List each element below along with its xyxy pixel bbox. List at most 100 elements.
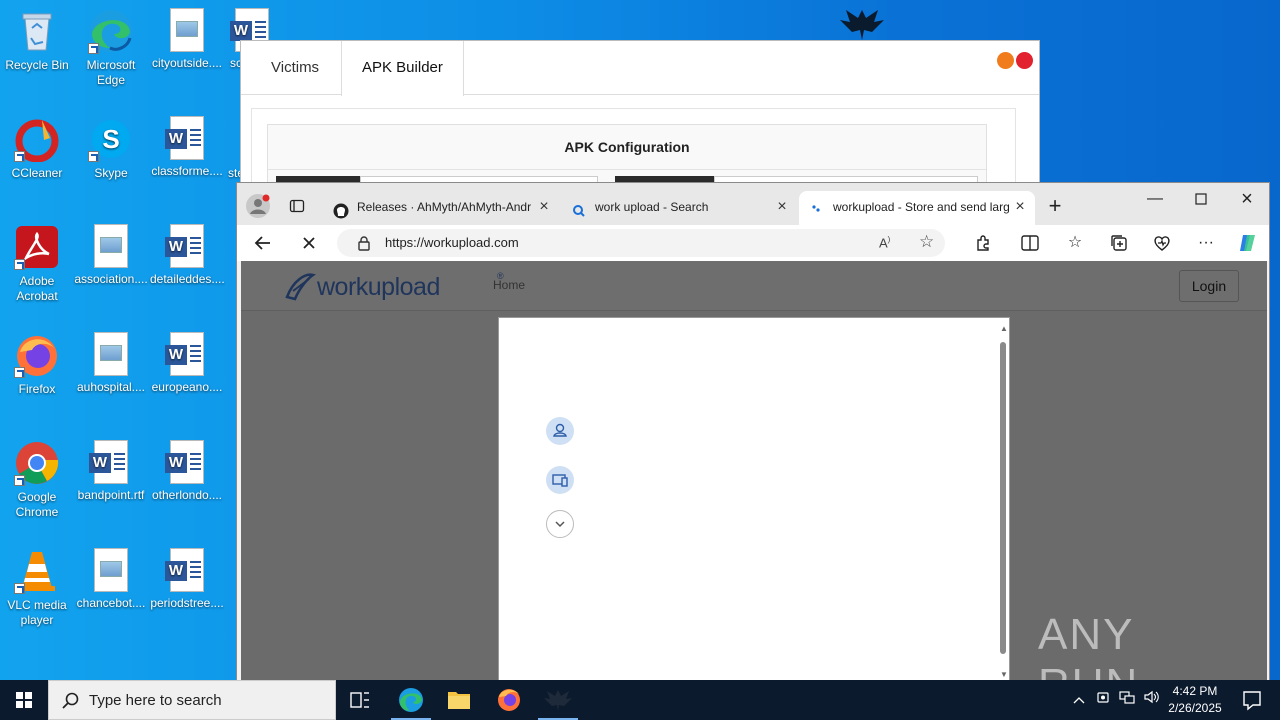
close-tab-icon[interactable]: × <box>1011 191 1029 223</box>
browser-essentials-icon[interactable] <box>1148 229 1176 257</box>
github-icon <box>333 199 349 219</box>
minimize-dot-icon[interactable] <box>997 52 1014 69</box>
taskbar-search-box[interactable]: Type here to search <box>48 680 336 720</box>
split-screen-icon[interactable] <box>1016 229 1044 257</box>
close-tab-icon[interactable]: × <box>773 191 791 223</box>
start-button[interactable] <box>0 680 48 720</box>
search-icon <box>62 692 79 709</box>
eagle-logo-icon <box>838 6 886 42</box>
tab-apk-builder[interactable]: APK Builder <box>341 41 464 96</box>
lock-icon <box>357 235 371 251</box>
desktop-icon-skype[interactable]: S Skype <box>74 116 148 181</box>
show-hidden-icons-icon[interactable] <box>1068 680 1090 720</box>
taskbar-firefox-icon[interactable] <box>485 680 533 720</box>
desktop-icon-file[interactable]: W detaileddes.... <box>150 224 225 287</box>
scrollbar-thumb[interactable] <box>1000 342 1006 654</box>
desktop-icon-file[interactable]: W otherlondo.... <box>150 440 224 503</box>
desktop-icon-file[interactable]: auhospital.... <box>74 332 148 395</box>
google-chrome-icon <box>14 440 60 486</box>
taskbar-clock[interactable]: 4:42 PM 2/26/2025 <box>1160 683 1230 717</box>
ahmyth-tabs: Victims APK Builder <box>241 41 1039 96</box>
login-button[interactable]: Login <box>1179 270 1239 302</box>
desktop-icon-firefox[interactable]: Firefox <box>0 332 74 397</box>
close-tab-icon[interactable]: × <box>535 191 553 223</box>
svg-text:S: S <box>102 124 119 154</box>
tab-actions-icon[interactable] <box>282 191 312 221</box>
loading-spinner-icon <box>809 199 825 215</box>
user-icon[interactable] <box>546 417 574 445</box>
tab-strip: Releases · AhMyth/AhMyth-Andr × work upl… <box>237 183 1269 225</box>
desktop-icon-file[interactable]: W classforme.... <box>150 116 224 179</box>
task-view-icon[interactable] <box>336 680 384 720</box>
desktop-icon-file[interactable]: W bandpoint.rtf <box>74 440 148 503</box>
shortcut-arrow-icon <box>88 43 99 54</box>
shortcut-arrow-icon <box>14 151 25 162</box>
new-tab-icon[interactable]: + <box>1040 191 1070 221</box>
copilot-icon[interactable] <box>1234 229 1262 257</box>
more-menu-icon[interactable]: ··· <box>1192 229 1220 257</box>
scroll-up-arrow-icon[interactable]: ▲ <box>1000 325 1008 333</box>
minimize-window-icon[interactable]: — <box>1132 183 1178 215</box>
firefox-icon <box>14 332 60 378</box>
shortcut-arrow-icon <box>14 475 25 486</box>
adobe-acrobat-icon <box>14 224 60 270</box>
desktop-icon-file[interactable]: ste <box>222 116 242 181</box>
extensions-icon[interactable] <box>969 229 997 257</box>
close-window-icon[interactable]: × <box>1224 183 1270 215</box>
tab-github-releases[interactable]: Releases · AhMyth/AhMyth-Andr × <box>323 191 559 225</box>
file-explorer-icon[interactable] <box>435 680 483 720</box>
url-field[interactable]: https://workupload.com A) ☆ <box>337 229 945 257</box>
recycle-bin-icon <box>14 8 60 54</box>
desktop-icon-adobe-acrobat[interactable]: Adobe Acrobat <box>0 224 74 304</box>
desktop-icon-file[interactable]: W europeano.... <box>150 332 224 395</box>
devices-icon[interactable] <box>546 466 574 494</box>
image-file-icon <box>94 332 128 376</box>
stop-loading-icon[interactable] <box>295 229 323 257</box>
taskbar-ahmyth-icon[interactable] <box>534 680 582 720</box>
word-document-icon: W <box>89 440 128 484</box>
desktop-icon-file[interactable]: chancebot.... <box>74 548 148 611</box>
volume-icon[interactable] <box>1140 680 1162 720</box>
desktop-icon-file[interactable]: W periodstree.... <box>150 548 224 611</box>
taskbar: Type here to search 4:42 PM 2/26/2025 <box>0 680 1280 720</box>
tab-workupload[interactable]: workupload - Store and send larg × <box>799 191 1035 225</box>
desktop-icon-file[interactable]: association.... <box>74 224 148 287</box>
vlc-cone-icon <box>14 548 60 594</box>
back-arrow-icon[interactable] <box>249 229 277 257</box>
maximize-window-icon[interactable] <box>1178 183 1224 215</box>
nav-home-link[interactable]: Home <box>493 278 525 292</box>
scroll-down-arrow-icon[interactable]: ▼ <box>1000 671 1008 679</box>
desktop-icon-microsoft-edge[interactable]: Microsoft Edge <box>74 8 148 88</box>
tab-bing-search[interactable]: work upload - Search × <box>561 191 797 225</box>
favorite-star-icon[interactable]: ☆ <box>919 232 934 252</box>
address-bar-row: https://workupload.com A) ☆ ☆ ··· <box>237 225 1269 261</box>
collections-icon[interactable] <box>1105 229 1133 257</box>
chevron-down-icon[interactable] <box>546 510 574 538</box>
shortcut-arrow-icon <box>14 367 25 378</box>
desktop-icon-google-chrome[interactable]: Google Chrome <box>0 440 74 520</box>
word-document-icon: W <box>165 332 204 376</box>
shortcut-arrow-icon <box>14 259 25 270</box>
network-icon[interactable] <box>1116 680 1138 720</box>
word-document-icon: W <box>165 440 204 484</box>
workupload-logo[interactable]: workupload ® <box>283 269 504 303</box>
word-document-icon: W <box>165 548 204 592</box>
apk-configuration-title: APK Configuration <box>268 125 986 170</box>
desktop-icon-recycle-bin[interactable]: Recycle Bin <box>0 8 74 73</box>
workupload-logo-icon <box>285 273 317 301</box>
apk-builder-panel: APK Configuration <box>251 108 1016 196</box>
desktop-icon-file[interactable]: cityoutside.... <box>150 8 224 71</box>
desktop-icon-vlc[interactable]: VLC media player <box>0 548 74 628</box>
taskbar-edge-icon[interactable] <box>387 680 435 720</box>
desktop-icon-ccleaner[interactable]: CCleaner <box>0 116 74 181</box>
favorites-icon[interactable]: ☆ <box>1061 229 1089 257</box>
close-dot-icon[interactable] <box>1016 52 1033 69</box>
ahmyth-window: Victims APK Builder APK Configuration <box>240 40 1040 196</box>
notification-center-icon[interactable] <box>1232 680 1272 720</box>
edge-browser-window: Releases · AhMyth/AhMyth-Andr × work upl… <box>236 182 1270 682</box>
profile-avatar-icon[interactable] <box>245 193 271 219</box>
security-tray-icon[interactable] <box>1092 680 1114 720</box>
edge-icon <box>88 8 134 54</box>
read-aloud-icon[interactable]: A) <box>879 235 890 250</box>
tab-victims[interactable]: Victims <box>251 41 339 95</box>
